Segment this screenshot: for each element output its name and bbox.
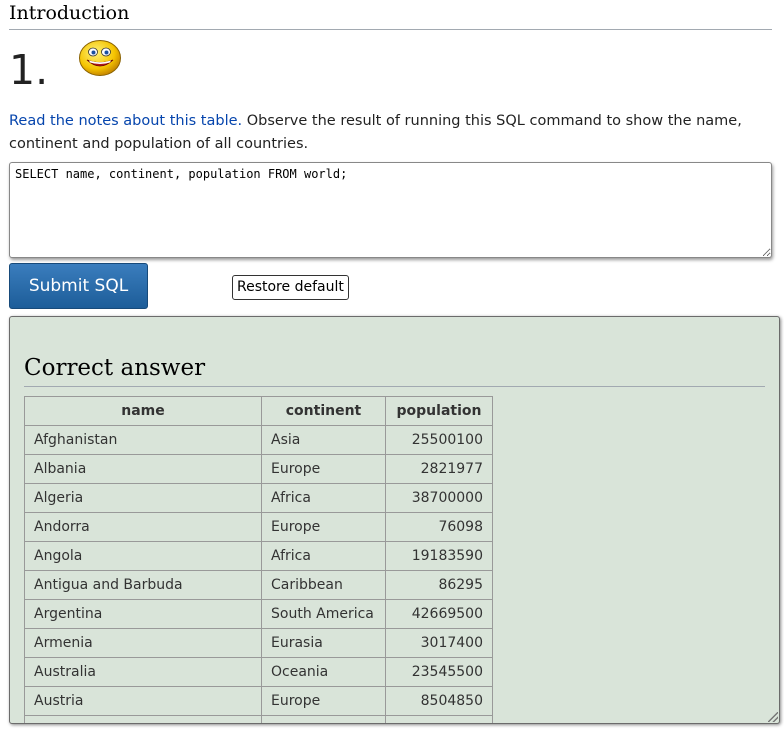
table-row: Argentina South America 42669500 bbox=[24, 599, 493, 629]
cell-population bbox=[385, 715, 493, 723]
submit-sql-button[interactable]: Submit SQL bbox=[9, 263, 148, 309]
table-row: Austria Europe 8504850 bbox=[24, 686, 493, 716]
cell-continent: Europe bbox=[261, 686, 386, 716]
cell-name: Australia bbox=[24, 657, 262, 687]
restore-default-button[interactable]: Restore default bbox=[232, 275, 349, 300]
cell-population: 3017400 bbox=[385, 628, 493, 658]
table-row: Algeria Africa 38700000 bbox=[24, 483, 493, 513]
cell-population: 38700000 bbox=[385, 483, 493, 513]
cell-continent: Oceania bbox=[261, 657, 386, 687]
cell-continent: Africa bbox=[261, 483, 386, 513]
cell-name: Afghanistan bbox=[24, 425, 262, 455]
cell-continent: Eurasia bbox=[261, 628, 386, 658]
resize-handle[interactable] bbox=[768, 712, 778, 722]
cell-population: 2821977 bbox=[385, 454, 493, 484]
cell-name: Argentina bbox=[24, 599, 262, 629]
cell-population: 19183590 bbox=[385, 541, 493, 571]
cell-name: Austria bbox=[24, 686, 262, 716]
cell-name: Andorra bbox=[24, 512, 262, 542]
cell-continent: Africa bbox=[261, 541, 386, 571]
cell-name: Antigua and Barbuda bbox=[24, 570, 262, 600]
column-header-population: population bbox=[385, 396, 493, 426]
result-panel: Correct answer name continent population… bbox=[9, 316, 780, 724]
correct-answer-heading: Correct answer bbox=[24, 355, 765, 387]
table-row bbox=[24, 715, 493, 723]
question-text: Read the notes about this table. Observe… bbox=[9, 110, 769, 156]
table-header-row: name continent population bbox=[24, 396, 493, 426]
table-row: Armenia Eurasia 3017400 bbox=[24, 628, 493, 658]
table-row: Afghanistan Asia 25500100 bbox=[24, 425, 493, 455]
cell-name: Albania bbox=[24, 454, 262, 484]
table-row: Andorra Europe 76098 bbox=[24, 512, 493, 542]
cell-name: Angola bbox=[24, 541, 262, 571]
cell-population: 8504850 bbox=[385, 686, 493, 716]
cell-population: 25500100 bbox=[385, 425, 493, 455]
cell-name: Algeria bbox=[24, 483, 262, 513]
sql-editor[interactable] bbox=[9, 162, 772, 258]
cell-continent: South America bbox=[261, 599, 386, 629]
table-notes-link[interactable]: Read the notes about this table. bbox=[9, 113, 242, 129]
column-header-continent: continent bbox=[261, 396, 386, 426]
question-number: 1. bbox=[9, 46, 49, 94]
section-title: Introduction bbox=[9, 2, 772, 30]
table-row: Australia Oceania 23545500 bbox=[24, 657, 493, 687]
cell-name bbox=[24, 715, 262, 723]
results-table: name continent population Afghanistan Asi… bbox=[24, 396, 493, 723]
smiley-face-icon bbox=[79, 40, 121, 76]
cell-continent: Caribbean bbox=[261, 570, 386, 600]
cell-population: 76098 bbox=[385, 512, 493, 542]
cell-continent: Europe bbox=[261, 512, 386, 542]
table-row: Antigua and Barbuda Caribbean 86295 bbox=[24, 570, 493, 600]
cell-population: 42669500 bbox=[385, 599, 493, 629]
cell-population: 86295 bbox=[385, 570, 493, 600]
cell-continent bbox=[261, 715, 386, 723]
results-table-body: Afghanistan Asia 25500100 Albania Europe 2821… bbox=[24, 425, 493, 723]
column-header-name: name bbox=[24, 396, 262, 426]
cell-name: Armenia bbox=[24, 628, 262, 658]
cell-continent: Europe bbox=[261, 454, 386, 484]
cell-continent: Asia bbox=[261, 425, 386, 455]
cell-population: 23545500 bbox=[385, 657, 493, 687]
table-row: Albania Europe 2821977 bbox=[24, 454, 493, 484]
table-row: Angola Africa 19183590 bbox=[24, 541, 493, 571]
